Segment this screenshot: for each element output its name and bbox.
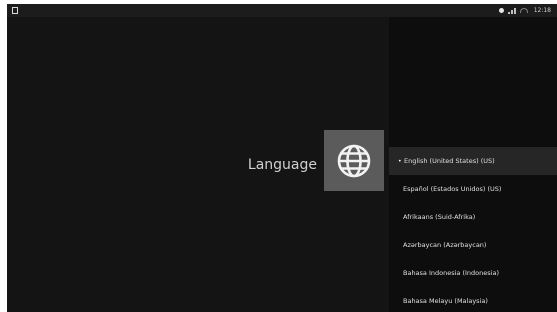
- language-tile: [324, 130, 384, 191]
- status-bar: 12:18: [7, 4, 557, 17]
- language-label: Afrikaans (Suid-Afrika): [403, 213, 476, 221]
- language-label: Español (Estados Unidos) (US): [403, 185, 502, 193]
- language-label: Azərbaycan (Azərbaycan): [403, 241, 487, 249]
- language-option[interactable]: Afrikaans (Suid-Afrika): [389, 203, 557, 231]
- wifi-icon: [519, 8, 528, 13]
- globe-icon: [337, 144, 371, 177]
- selected-marker: •: [398, 157, 402, 165]
- language-option[interactable]: • English (United States) (US): [389, 147, 557, 175]
- status-clock: 12:18: [533, 7, 551, 14]
- page-title: Language: [247, 157, 317, 173]
- language-option[interactable]: Azərbaycan (Azərbaycan): [389, 231, 557, 259]
- language-option[interactable]: Bahasa Melayu (Malaysia): [389, 287, 557, 312]
- language-option[interactable]: Bahasa Indonesia (Indonesia): [389, 259, 557, 287]
- language-label: Bahasa Indonesia (Indonesia): [403, 269, 499, 277]
- language-label: Bahasa Melayu (Malaysia): [403, 297, 488, 305]
- app-icon: [12, 7, 18, 14]
- language-option[interactable]: Español (Estados Unidos) (US): [389, 175, 557, 203]
- tv-screen: 12:18 Language • English (United States)…: [7, 4, 557, 312]
- status-icons: 12:18: [498, 4, 551, 17]
- signal-icon: [507, 7, 516, 14]
- language-list: • English (United States) (US) Español (…: [389, 17, 557, 312]
- language-label: English (United States) (US): [404, 157, 495, 165]
- notification-dot-icon: [498, 8, 504, 13]
